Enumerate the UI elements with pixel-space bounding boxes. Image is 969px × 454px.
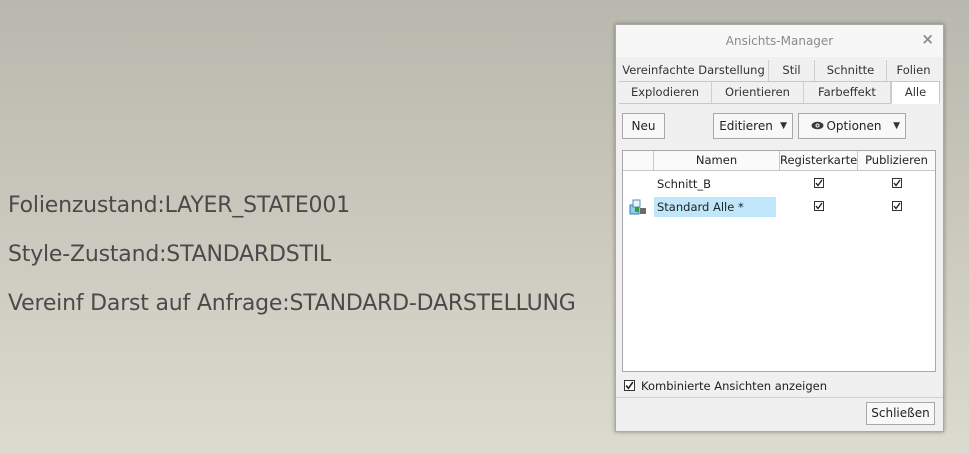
options-button-label: Optionen (826, 119, 882, 133)
tab-appearance[interactable]: Farbeffekt (804, 82, 891, 103)
options-dropdown-button[interactable]: Optionen ▼ (798, 113, 906, 139)
close-icon[interactable]: × (921, 30, 934, 48)
chevron-down-icon: ▼ (780, 121, 787, 131)
tab-row-2: Explodieren Orientieren Farbeffekt Alle (619, 81, 940, 104)
dialog-title: Ansichts-Manager (725, 34, 834, 48)
register-checkbox[interactable] (814, 178, 824, 188)
tab-row-1: Vereinfachte Darstellung Stil Schnitte F… (619, 60, 940, 82)
tab-explode[interactable]: Explodieren (619, 82, 712, 103)
publish-checkbox[interactable] (892, 178, 902, 188)
new-button[interactable]: Neu (622, 113, 665, 139)
column-header-icon (623, 151, 654, 170)
style-state-text: Style-Zustand:STANDARDSTIL (8, 242, 332, 267)
layer-state-text: Folienzustand:LAYER_STATE001 (8, 193, 350, 218)
register-checkbox[interactable] (814, 201, 824, 211)
dialog-titlebar[interactable]: Ansichts-Manager × (616, 25, 943, 57)
show-combined-label: Kombinierte Ansichten anzeigen (641, 379, 828, 393)
tab-style[interactable]: Stil (769, 60, 815, 81)
column-header-names[interactable]: Namen (654, 151, 780, 170)
eye-icon (811, 121, 824, 130)
simplified-rep-text: Vereinf Darst auf Anfrage:STANDARD-DARST… (8, 291, 576, 316)
publish-checkbox[interactable] (892, 201, 902, 211)
tab-layers[interactable]: Folien (887, 60, 940, 81)
edit-dropdown-button[interactable]: Editieren ▼ (713, 113, 793, 139)
view-manager-dialog: Ansichts-Manager × Vereinfachte Darstell… (615, 24, 944, 432)
view-name: Schnitt_B (657, 177, 712, 191)
chevron-down-icon: ▼ (893, 121, 900, 131)
new-button-label: Neu (631, 119, 656, 133)
edit-button-label: Editieren (719, 119, 773, 133)
table-header: Namen Registerkarte Publizieren (623, 151, 935, 171)
status-info: Folienzustand:LAYER_STATE001 Style-Zusta… (8, 191, 576, 338)
close-button[interactable]: Schließen (866, 402, 935, 425)
close-button-label: Schließen (871, 406, 930, 420)
column-header-register[interactable]: Registerkarte (780, 151, 858, 170)
tab-all[interactable]: Alle (891, 81, 940, 104)
combined-view-icon (629, 199, 646, 215)
table-row[interactable]: Schnitt_B (623, 173, 935, 195)
tab-sections[interactable]: Schnitte (815, 60, 887, 81)
column-header-publish[interactable]: Publizieren (858, 151, 935, 170)
table-row[interactable]: Standard Alle * (623, 196, 935, 218)
show-combined-checkbox[interactable] (624, 380, 635, 391)
tab-simplified-rep[interactable]: Vereinfachte Darstellung (619, 60, 769, 81)
view-name: Standard Alle * (654, 197, 776, 217)
tab-orient[interactable]: Orientieren (712, 82, 804, 103)
footer-divider (616, 397, 943, 398)
views-table: Namen Registerkarte Publizieren Schnitt_… (622, 150, 936, 372)
